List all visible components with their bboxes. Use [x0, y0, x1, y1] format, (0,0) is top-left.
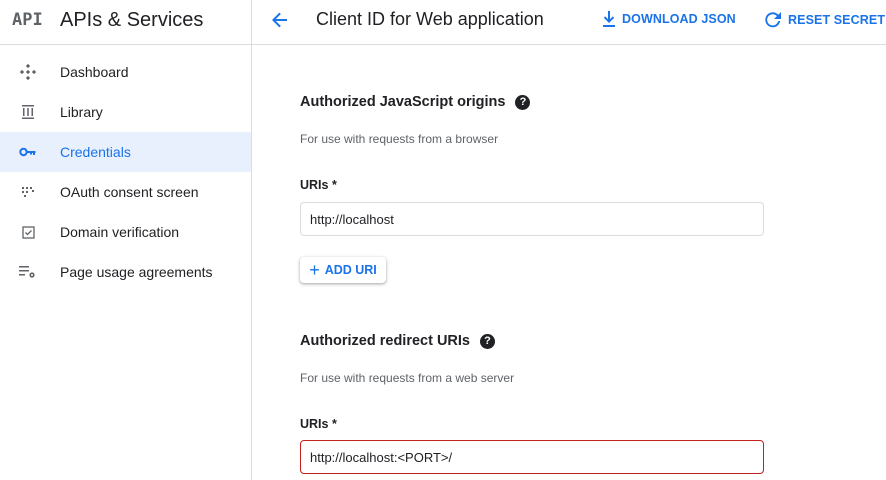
- sidebar-nav: Dashboard Library Credentials OAuth cons…: [0, 52, 251, 292]
- js-origins-uris-label: URIs *: [300, 178, 337, 192]
- sidebar-item-label: OAuth consent screen: [60, 184, 199, 200]
- refresh-icon: [765, 12, 781, 28]
- redirect-uri-input[interactable]: [300, 440, 764, 474]
- add-uri-button[interactable]: + ADD URI: [300, 257, 386, 283]
- back-arrow-icon[interactable]: [270, 10, 294, 34]
- redirect-uris-label: URIs *: [300, 417, 337, 431]
- library-icon: [19, 104, 37, 120]
- js-origins-description: For use with requests from a browser: [300, 132, 499, 146]
- reset-secret-button[interactable]: RESET SECRET: [764, 11, 885, 29]
- sidebar-item-page-usage[interactable]: Page usage agreements: [0, 252, 251, 292]
- sidebar-item-label: Library: [60, 104, 103, 120]
- api-logo: API: [12, 10, 43, 30]
- sidebar-item-label: Dashboard: [60, 64, 129, 80]
- sidebar-item-label: Domain verification: [60, 224, 180, 240]
- download-json-button[interactable]: DOWNLOAD JSON: [602, 11, 736, 27]
- add-uri-label: ADD URI: [324, 263, 377, 277]
- sidebar-item-dashboard[interactable]: Dashboard: [0, 52, 251, 92]
- redirect-uris-description: For use with requests from a web server: [300, 371, 515, 385]
- sidebar-item-domain-verification[interactable]: Domain verification: [0, 212, 251, 252]
- reset-secret-label: RESET SECRET: [788, 13, 886, 27]
- dashboard-icon: [19, 64, 37, 80]
- download-json-label: DOWNLOAD JSON: [622, 12, 736, 26]
- sidebar-item-library[interactable]: Library: [0, 92, 251, 132]
- brand-bar: API APIs & Services: [0, 0, 251, 45]
- consent-icon: [19, 184, 37, 200]
- page-header: Client ID for Web application DOWNLOAD J…: [252, 0, 886, 45]
- js-origins-section: Authorized JavaScript origins ?: [300, 94, 531, 110]
- checkbox-icon: [19, 224, 37, 240]
- sidebar-item-label: Credentials: [60, 144, 131, 160]
- help-icon[interactable]: ?: [480, 333, 495, 349]
- page-title: Client ID for Web application: [316, 9, 544, 29]
- sidebar: API APIs & Services Dashboard Library Cr…: [0, 0, 252, 480]
- sidebar-item-credentials[interactable]: Credentials: [0, 132, 251, 172]
- download-icon: [603, 11, 615, 27]
- redirect-uris-section: Authorized redirect URIs ?: [300, 333, 495, 349]
- plus-icon: +: [309, 260, 320, 280]
- redirect-uris-title: Authorized redirect URIs: [300, 333, 470, 349]
- sidebar-item-oauth-consent[interactable]: OAuth consent screen: [0, 172, 251, 212]
- main-content: Authorized JavaScript origins ? For use …: [252, 46, 886, 480]
- help-icon[interactable]: ?: [515, 94, 531, 110]
- js-origins-title: Authorized JavaScript origins: [300, 94, 506, 110]
- settings-list-icon: [19, 264, 37, 280]
- js-origin-uri-input[interactable]: [300, 202, 764, 236]
- key-icon: [19, 144, 37, 160]
- app-title: APIs & Services: [60, 9, 204, 31]
- sidebar-item-label: Page usage agreements: [60, 264, 213, 280]
